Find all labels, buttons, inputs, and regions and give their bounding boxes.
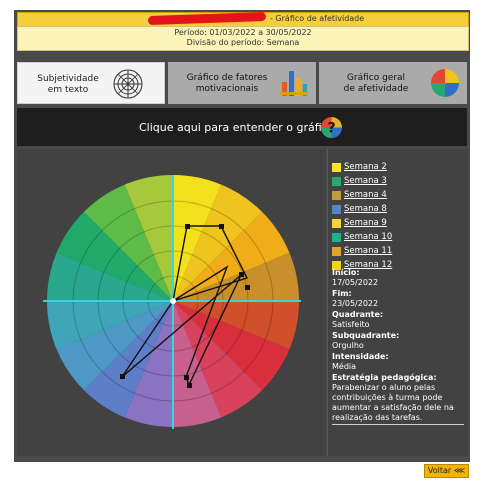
strategy-value: Parabenizar o aluno pelas contribuições …	[332, 383, 454, 422]
legend-swatch	[332, 163, 341, 172]
quadrant-value: Satisfeito	[332, 320, 370, 329]
end-label: Fim:	[332, 289, 352, 298]
tab-label-line2: motivacionais	[195, 84, 259, 94]
tab-label-line2: de afetividade	[343, 84, 409, 94]
intensity-label: Intensidade:	[332, 352, 389, 361]
trajectory-point	[219, 224, 224, 229]
affectivity-wheel	[43, 175, 301, 429]
radar-target-icon	[113, 69, 143, 99]
tab-fatores-motivacionais[interactable]: Gráfico de fatores motivacionais	[168, 62, 316, 104]
legend-swatch	[332, 247, 341, 256]
trajectory-point	[185, 224, 190, 229]
tab-label-line1: Gráfico de fatores	[186, 73, 268, 83]
legend-swatch	[332, 177, 341, 186]
start-label: Início:	[332, 268, 360, 277]
tab-label-line1: Gráfico geral	[346, 73, 406, 83]
period-text: Período: 01/03/2022 a 30/05/2022	[174, 28, 312, 37]
tab-label-line2: em texto	[47, 85, 89, 95]
pie-chart-icon	[431, 69, 459, 97]
page-title: - Gráfico de afetividade	[270, 14, 365, 23]
tab-subjetividade-texto[interactable]: Subjetividade em texto	[17, 62, 165, 104]
redacted-name-mark	[147, 11, 267, 26]
svg-text:?: ?	[327, 120, 335, 136]
tab-bar: Subjetividade em texto Gráfico de fatore…	[17, 62, 467, 104]
intensity-value: Média	[332, 362, 357, 371]
bar-chart-icon	[280, 71, 308, 96]
trajectory-point	[245, 285, 250, 290]
subquadrant-label: Subquadrante:	[332, 331, 400, 340]
trajectory-point	[184, 375, 189, 380]
divider	[332, 424, 464, 425]
help-banner[interactable]: Clique aqui para entender o gráfico.	[17, 108, 467, 146]
legend-swatch	[332, 191, 341, 200]
origin-point	[170, 298, 176, 304]
legend-swatch	[332, 233, 341, 242]
trajectory-point	[187, 383, 192, 388]
week-details: Início: 17/05/2022 Fim: 23/05/2022 Quadran…	[332, 268, 464, 425]
division-text: Divisão do período: Semana	[186, 38, 300, 47]
tab-label-line1: Subjetividade	[37, 74, 99, 84]
legend-swatch	[332, 219, 341, 228]
tab-grafico-geral[interactable]: Gráfico geral de afetividade	[319, 62, 467, 104]
trajectory-point	[120, 374, 125, 379]
start-value: 17/05/2022	[332, 278, 379, 287]
trajectory-point	[239, 272, 244, 277]
end-value: 23/05/2022	[332, 299, 379, 308]
period-box: Período: 01/03/2022 a 30/05/2022 Divisão…	[17, 26, 469, 51]
back-button[interactable]: Voltar ⋘	[424, 464, 469, 478]
question-mark-icon[interactable]: ?	[320, 116, 343, 139]
legend-swatch	[332, 205, 341, 214]
help-banner-text: Clique aqui para entender o gráfico.	[139, 121, 338, 134]
title-bar: - Gráfico de afetividade	[17, 11, 469, 27]
strategy-label: Estratégia pedagógica:	[332, 373, 437, 382]
quadrant-label: Quadrante:	[332, 310, 384, 319]
subquadrant-value: Orgulho	[332, 341, 364, 350]
